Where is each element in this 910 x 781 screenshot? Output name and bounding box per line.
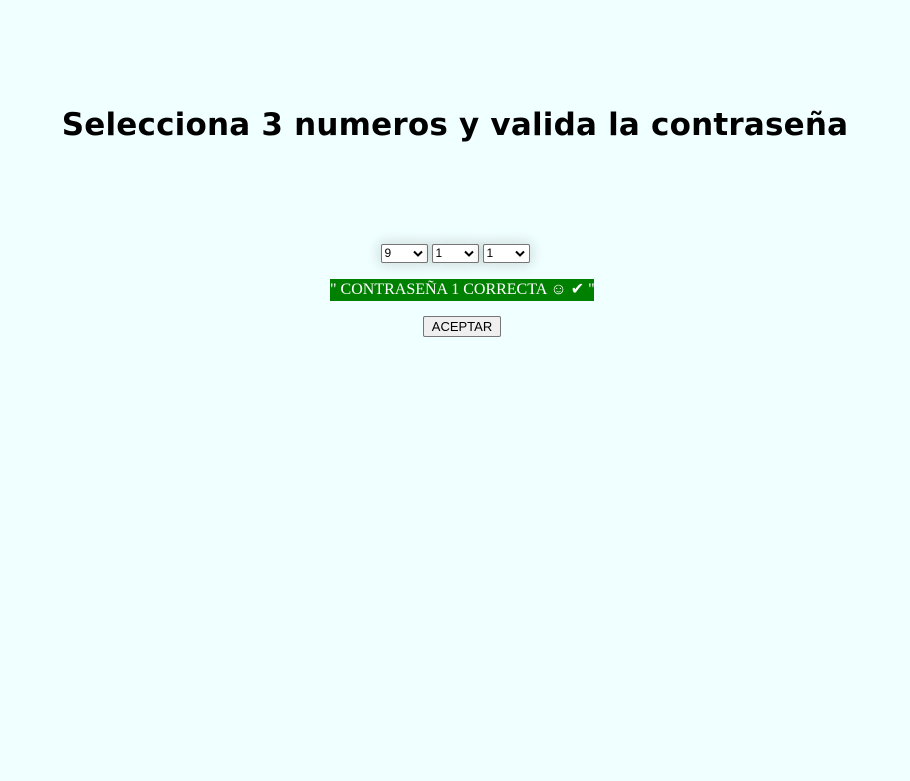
chevron-down-icon: [412, 250, 423, 257]
number-select-2[interactable]: 1: [431, 244, 479, 263]
number-select-2-value: 1: [435, 246, 443, 260]
accept-button[interactable]: ACEPTAR: [423, 316, 501, 337]
password-status-message: " CONTRASEÑA 1 CORRECTA ☺ ✔ ": [330, 279, 594, 301]
chevron-down-icon: [463, 250, 474, 257]
number-selects: 9 1 1: [0, 244, 910, 263]
page-title: Selecciona 3 numeros y valida la contras…: [61, 107, 849, 143]
number-select-3-value: 1: [486, 246, 494, 260]
number-select-3[interactable]: 1: [482, 244, 530, 263]
number-select-1-value: 9: [384, 246, 392, 260]
number-select-1[interactable]: 9: [380, 244, 428, 263]
chevron-down-icon: [514, 250, 525, 257]
